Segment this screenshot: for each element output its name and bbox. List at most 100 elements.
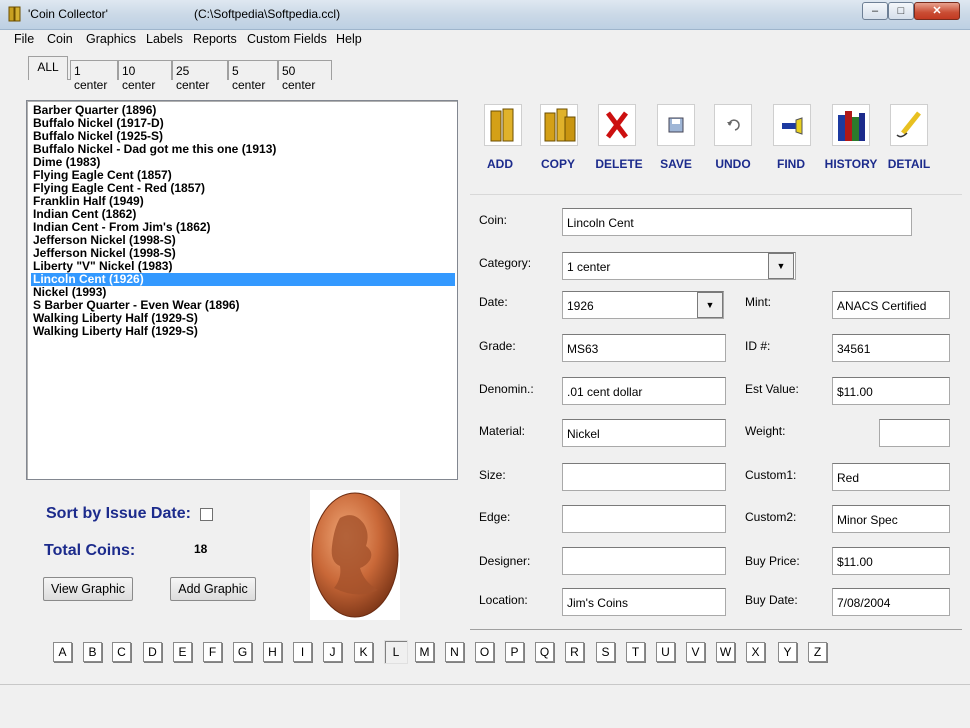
material-field[interactable]: Nickel bbox=[562, 419, 726, 447]
location-label: Location: bbox=[479, 593, 528, 607]
menu-graphics[interactable]: Graphics bbox=[86, 32, 136, 46]
tab-1-center[interactable]: 1 center bbox=[70, 60, 118, 92]
grade-label: Grade: bbox=[479, 339, 516, 353]
total-label: Total Coins: bbox=[44, 542, 136, 559]
custom1-field[interactable]: Red bbox=[832, 463, 950, 491]
history-button[interactable] bbox=[832, 104, 870, 146]
tab-50-center[interactable]: 50 center bbox=[278, 60, 332, 92]
view-graphic-button[interactable]: View Graphic bbox=[43, 577, 133, 601]
location-field[interactable]: Jim's Coins bbox=[562, 588, 726, 616]
custom1-label: Custom1: bbox=[745, 468, 797, 482]
letter-f-button[interactable]: F bbox=[203, 642, 222, 662]
find-button[interactable] bbox=[773, 104, 811, 146]
mint-field[interactable]: ANACS Certified bbox=[832, 291, 950, 319]
letter-g-button[interactable]: G bbox=[233, 642, 252, 662]
add-graphic-button[interactable]: Add Graphic bbox=[170, 577, 256, 601]
letter-x-button[interactable]: X bbox=[746, 642, 765, 662]
tab-all[interactable]: ALL bbox=[28, 56, 68, 80]
letter-v-button[interactable]: V bbox=[686, 642, 705, 662]
flashlight-icon bbox=[782, 117, 803, 135]
letter-i-button[interactable]: I bbox=[293, 642, 312, 662]
add-button[interactable] bbox=[484, 104, 522, 146]
status-bar bbox=[0, 684, 970, 728]
menu-coin[interactable]: Coin bbox=[47, 32, 73, 46]
date-label: Date: bbox=[479, 295, 508, 309]
letter-n-button[interactable]: N bbox=[445, 642, 464, 662]
letter-w-button[interactable]: W bbox=[716, 642, 735, 662]
tab-10-center[interactable]: 10 center bbox=[118, 60, 172, 92]
size-label: Size: bbox=[479, 468, 506, 482]
letter-s-button[interactable]: S bbox=[596, 642, 615, 662]
app-icon bbox=[8, 6, 21, 22]
letter-r-button[interactable]: R bbox=[565, 642, 584, 662]
maximize-button[interactable]: □ bbox=[888, 2, 914, 20]
letter-e-button[interactable]: E bbox=[173, 642, 192, 662]
coin-list[interactable]: Barber Quarter (1896) Buffalo Nickel (19… bbox=[26, 100, 458, 480]
letter-a-button[interactable]: A bbox=[53, 642, 72, 662]
edge-field[interactable] bbox=[562, 505, 726, 533]
letter-b-button[interactable]: B bbox=[83, 642, 102, 662]
total-count: 18 bbox=[194, 542, 208, 556]
id-field[interactable]: 34561 bbox=[832, 334, 950, 362]
id-label: ID #: bbox=[745, 339, 771, 353]
delete-button[interactable] bbox=[598, 104, 636, 146]
buy-price-label: Buy Price: bbox=[745, 554, 800, 568]
window-path: (C:\Softpedia\Softpedia.ccl) bbox=[194, 7, 341, 21]
coin-image bbox=[310, 490, 400, 620]
letter-q-button[interactable]: Q bbox=[535, 642, 554, 662]
letter-d-button[interactable]: D bbox=[143, 642, 162, 662]
chevron-down-icon[interactable]: ▼ bbox=[768, 253, 794, 279]
letter-c-button[interactable]: C bbox=[112, 642, 131, 662]
weight-field[interactable] bbox=[879, 419, 950, 447]
menu-file[interactable]: File bbox=[14, 32, 34, 46]
save-button[interactable] bbox=[657, 104, 695, 146]
chevron-down-icon[interactable]: ▼ bbox=[697, 292, 723, 318]
letter-u-button[interactable]: U bbox=[656, 642, 675, 662]
buy-date-field[interactable]: 7/08/2004 bbox=[832, 588, 950, 616]
est-value-field[interactable]: $11.00 bbox=[832, 377, 950, 405]
category-value: 1 center bbox=[567, 260, 611, 274]
coin-stack-icon bbox=[490, 108, 514, 142]
sort-label: Sort by Issue Date: bbox=[46, 505, 191, 522]
title-bar: 'Coin Collector' (C:\Softpedia\Softpedia… bbox=[0, 0, 970, 30]
buy-date-label: Buy Date: bbox=[745, 593, 798, 607]
letter-k-button[interactable]: K bbox=[354, 642, 373, 662]
letter-p-button[interactable]: P bbox=[505, 642, 524, 662]
buy-price-field[interactable]: $11.00 bbox=[832, 547, 950, 575]
coin-copy-icon bbox=[544, 108, 576, 142]
tab-5-center[interactable]: 5 center bbox=[228, 60, 278, 92]
copy-button[interactable] bbox=[540, 104, 578, 146]
coin-label: Coin: bbox=[479, 213, 508, 227]
letter-j-button[interactable]: J bbox=[323, 642, 342, 662]
designer-field[interactable] bbox=[562, 547, 726, 575]
close-button[interactable]: ✕ bbox=[914, 2, 960, 20]
sort-checkbox[interactable] bbox=[200, 508, 213, 521]
detail-label[interactable]: DETAIL bbox=[869, 157, 949, 171]
coin-field[interactable]: Lincoln Cent bbox=[562, 208, 912, 236]
letter-l-button[interactable]: L bbox=[384, 640, 408, 664]
letter-h-button[interactable]: H bbox=[263, 642, 282, 662]
menu-reports[interactable]: Reports bbox=[193, 32, 237, 46]
menu-custom-fields[interactable]: Custom Fields bbox=[247, 32, 327, 46]
list-item[interactable]: Walking Liberty Half (1929-S) bbox=[31, 325, 455, 338]
category-select[interactable]: 1 center bbox=[562, 252, 796, 280]
floppy-icon bbox=[668, 117, 684, 133]
letter-z-button[interactable]: Z bbox=[808, 642, 827, 662]
denomination-field[interactable]: .01 cent dollar bbox=[562, 377, 726, 405]
letter-t-button[interactable]: T bbox=[626, 642, 645, 662]
detail-button[interactable] bbox=[890, 104, 928, 146]
est-value-label: Est Value: bbox=[745, 382, 799, 396]
undo-button[interactable] bbox=[714, 104, 752, 146]
letter-y-button[interactable]: Y bbox=[778, 642, 797, 662]
weight-label: Weight: bbox=[745, 424, 786, 438]
letter-m-button[interactable]: M bbox=[415, 642, 434, 662]
size-field[interactable] bbox=[562, 463, 726, 491]
custom2-field[interactable]: Minor Spec bbox=[832, 505, 950, 533]
minimize-button[interactable]: – bbox=[862, 2, 888, 20]
menu-labels[interactable]: Labels bbox=[146, 32, 183, 46]
tab-25-center[interactable]: 25 center bbox=[172, 60, 228, 92]
letter-o-button[interactable]: O bbox=[475, 642, 494, 662]
menu-help[interactable]: Help bbox=[336, 32, 362, 46]
grade-field[interactable]: MS63 bbox=[562, 334, 726, 362]
custom2-label: Custom2: bbox=[745, 510, 797, 524]
